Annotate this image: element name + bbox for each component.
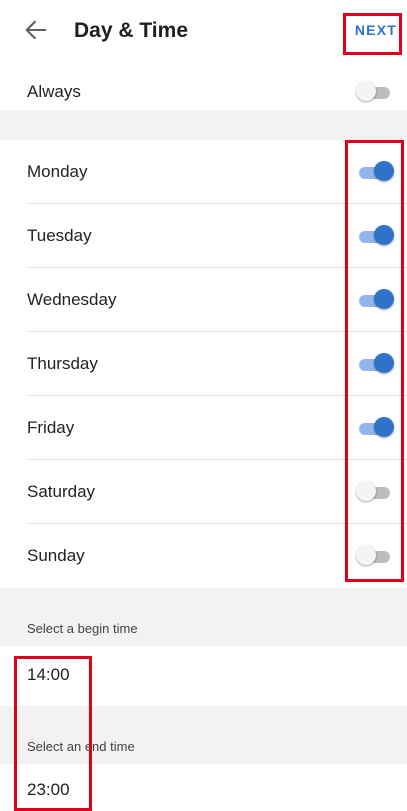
begin-time-caption: Select a begin time xyxy=(27,621,138,636)
next-button[interactable]: NEXT xyxy=(355,20,397,40)
toggle-thumb xyxy=(356,481,376,501)
day-toggle-sunday[interactable] xyxy=(356,545,394,567)
day-row-saturday[interactable]: Saturday xyxy=(0,460,407,524)
day-toggle-saturday[interactable] xyxy=(356,481,394,503)
day-label-wednesday: Wednesday xyxy=(27,290,117,309)
toggle-thumb xyxy=(374,417,394,437)
day-label-friday: Friday xyxy=(27,418,75,437)
toggle-thumb xyxy=(374,353,394,373)
toggle-thumb xyxy=(374,289,394,309)
end-time-caption: Select an end time xyxy=(27,739,135,754)
day-toggle-friday[interactable] xyxy=(356,417,394,439)
always-toggle[interactable] xyxy=(356,81,394,103)
day-row-monday[interactable]: Monday xyxy=(0,140,407,204)
toggle-thumb xyxy=(374,161,394,181)
day-label-tuesday: Tuesday xyxy=(27,226,92,245)
toggle-thumb xyxy=(374,225,394,245)
page-title: Day & Time xyxy=(74,19,188,42)
app-bar: Day & Time NEXT xyxy=(0,0,407,67)
always-toggle-thumb xyxy=(356,81,376,101)
day-row-wednesday[interactable]: Wednesday xyxy=(0,268,407,332)
begin-time-header: Select a begin time xyxy=(0,588,407,646)
day-time-screen: Day & Time NEXT Always Monday Tuesday We… xyxy=(0,0,407,811)
end-time-header: Select an end time xyxy=(0,706,407,764)
always-row[interactable]: Always xyxy=(0,66,407,110)
day-row-sunday[interactable]: Sunday xyxy=(0,524,407,588)
day-toggle-monday[interactable] xyxy=(356,161,394,183)
always-label: Always xyxy=(27,82,81,101)
day-label-saturday: Saturday xyxy=(27,482,96,501)
day-toggle-wednesday[interactable] xyxy=(356,289,394,311)
section-gap xyxy=(0,110,407,140)
day-toggle-tuesday[interactable] xyxy=(356,225,394,247)
day-label-monday: Monday xyxy=(27,162,88,181)
day-row-friday[interactable]: Friday xyxy=(0,396,407,460)
day-row-thursday[interactable]: Thursday xyxy=(0,332,407,396)
begin-time-value[interactable]: 14:00 xyxy=(27,664,70,686)
day-label-sunday: Sunday xyxy=(27,546,85,565)
day-row-tuesday[interactable]: Tuesday xyxy=(0,204,407,268)
end-time-row[interactable]: 23:00 xyxy=(0,764,407,811)
end-time-value[interactable]: 23:00 xyxy=(27,779,70,801)
begin-time-row[interactable]: 14:00 xyxy=(0,646,407,706)
day-toggle-thursday[interactable] xyxy=(356,353,394,375)
day-label-thursday: Thursday xyxy=(27,354,98,373)
arrow-left-icon[interactable] xyxy=(22,16,50,44)
toggle-thumb xyxy=(356,545,376,565)
